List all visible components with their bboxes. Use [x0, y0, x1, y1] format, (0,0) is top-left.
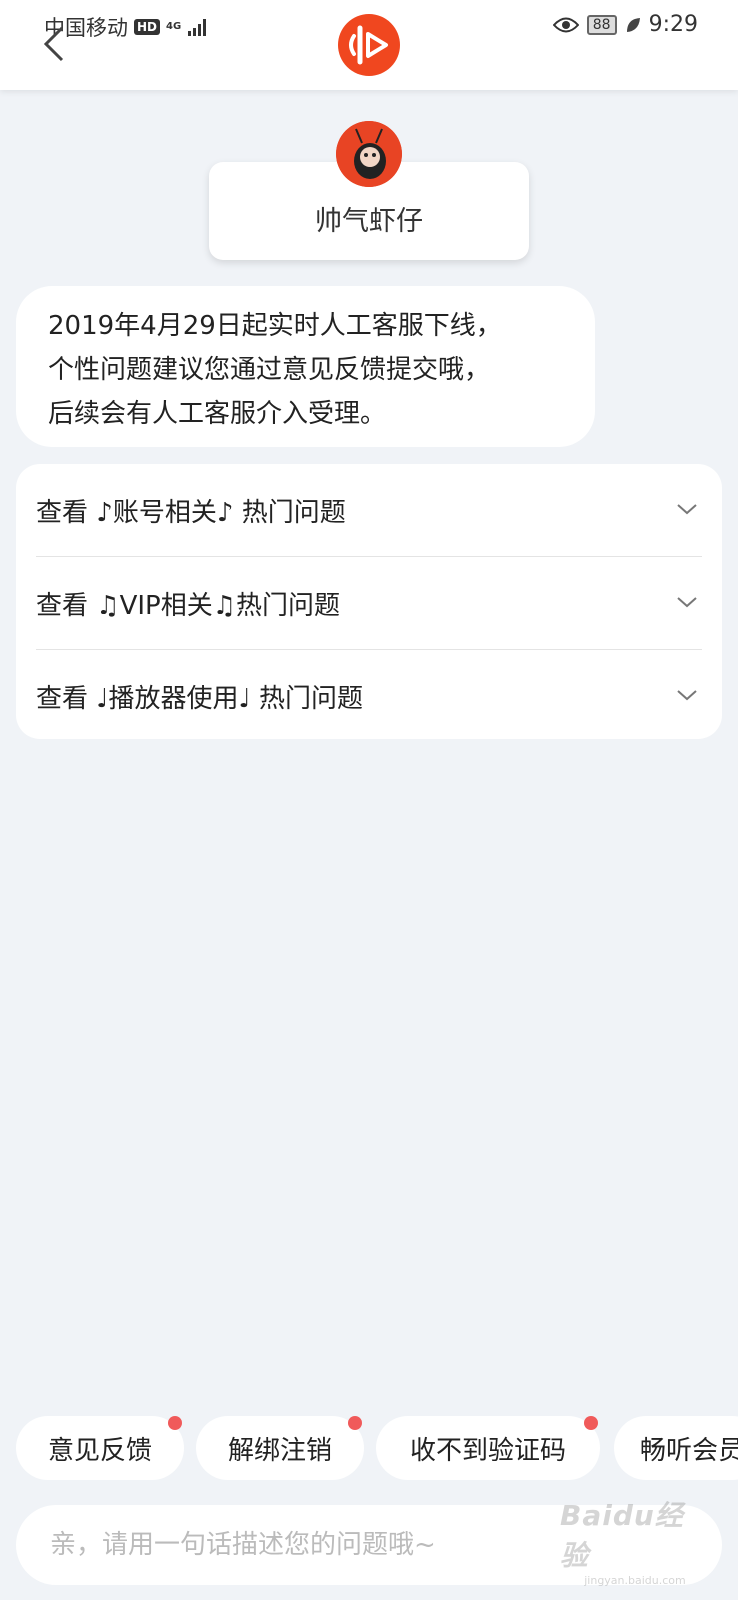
shrimp-avatar-icon	[336, 121, 402, 187]
message-line: 2019年4月29日起实时人工客服下线，	[48, 311, 502, 341]
signal-icon	[188, 19, 207, 36]
chip-label: 解绑注销	[227, 1435, 332, 1466]
app-logo	[338, 14, 400, 76]
chip-label: 意见反馈	[47, 1435, 152, 1466]
chevron-down-icon	[677, 597, 697, 608]
baidu-watermark: Baidu经验 jingyan.baidu.com	[560, 1499, 710, 1587]
back-button[interactable]	[38, 24, 78, 64]
chevron-down-icon	[677, 504, 697, 515]
bot-message-bubble: 2019年4月29日起实时人工客服下线， 个性问题建议您通过意见反馈提交哦， 后…	[16, 286, 595, 447]
faq-item-vip[interactable]: 查看 ♫VIP相关♫热门问题	[36, 557, 702, 650]
notification-dot	[348, 1416, 362, 1430]
hd-badge: HD	[134, 19, 161, 35]
chevron-left-icon	[43, 26, 64, 62]
faq-item-account[interactable]: 查看 ♪账号相关♪ 热门问题	[36, 464, 702, 557]
watermark-main: Baidu经验	[560, 1498, 684, 1572]
notification-dot	[584, 1416, 598, 1430]
faq-item-label: 查看 ♩播放器使用♩ 热门问题	[36, 683, 364, 714]
chip-label: 畅听会员	[640, 1435, 738, 1466]
status-bar-right: 88 9:29	[552, 12, 698, 37]
message-line: 后续会有人工客服介入受理。	[48, 399, 387, 429]
network-label: 4G	[166, 21, 182, 32]
top-bar: 中国移动 HD 4G 88 9:29	[0, 0, 738, 90]
faq-card: 查看 ♪账号相关♪ 热门问题 查看 ♫VIP相关♫热门问题 查看 ♩播放器使用♩…	[16, 464, 722, 739]
faq-item-label: 查看 ♫VIP相关♫热门问题	[36, 590, 341, 621]
quick-action-unbind[interactable]: 解绑注销	[196, 1416, 364, 1480]
faq-item-player[interactable]: 查看 ♩播放器使用♩ 热门问题	[36, 650, 702, 742]
eye-icon	[552, 17, 579, 32]
bot-name: 帅气虾仔	[315, 206, 423, 237]
battery-indicator: 88	[586, 14, 617, 35]
message-line: 个性问题建议您通过意见反馈提交哦，	[48, 355, 491, 385]
app-logo-icon	[349, 25, 388, 65]
chip-label: 收不到验证码	[409, 1435, 566, 1466]
quick-action-no-code[interactable]: 收不到验证码	[376, 1416, 600, 1480]
quick-action-membership[interactable]: 畅听会员	[614, 1416, 738, 1480]
clock-label: 9:29	[648, 12, 698, 37]
leaf-icon	[626, 17, 640, 32]
quick-action-bar[interactable]: 意见反馈 解绑注销 收不到验证码 畅听会员	[0, 1408, 738, 1486]
faq-item-label: 查看 ♪账号相关♪ 热门问题	[36, 497, 346, 528]
chevron-down-icon	[677, 690, 697, 701]
notification-dot	[168, 1416, 182, 1430]
bot-avatar	[336, 121, 402, 187]
quick-action-feedback[interactable]: 意见反馈	[16, 1416, 184, 1480]
watermark-sub: jingyan.baidu.com	[584, 1573, 686, 1587]
